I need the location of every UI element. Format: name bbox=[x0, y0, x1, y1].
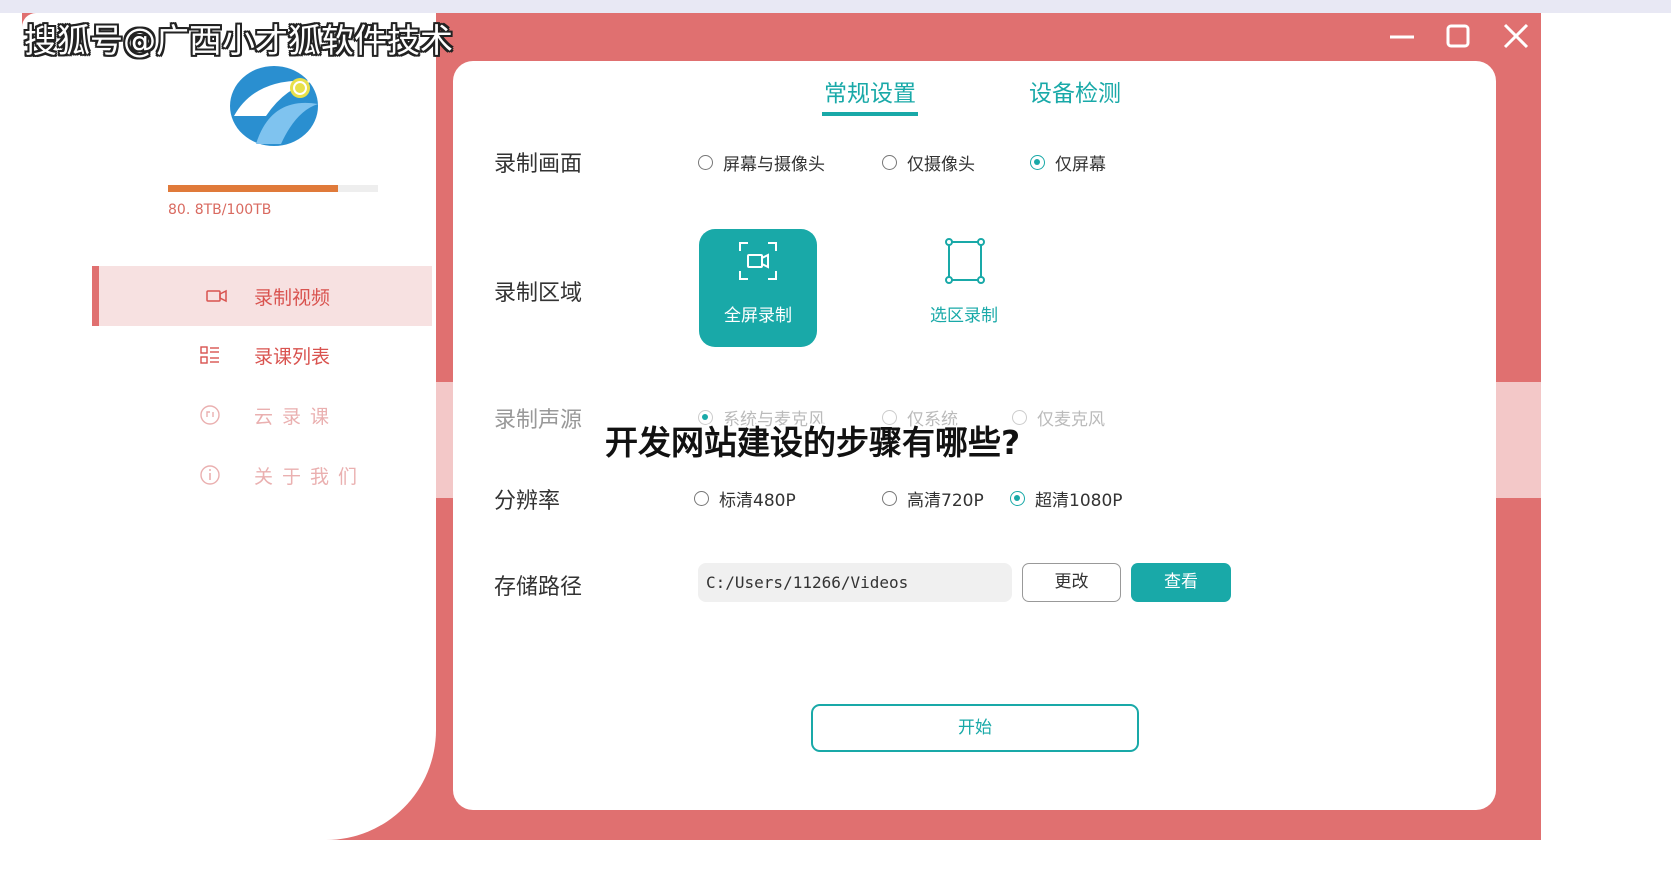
radio-label: 超清1080P bbox=[1035, 491, 1123, 511]
cloud-icon bbox=[200, 405, 220, 425]
radio-label: 仅屏幕 bbox=[1055, 155, 1106, 175]
info-icon bbox=[200, 465, 220, 485]
radio-circle bbox=[882, 491, 897, 506]
article-overlay-title: 开发网站建设的步骤有哪些? bbox=[605, 423, 1021, 462]
video-camera-icon bbox=[206, 289, 227, 303]
browser-top-strip bbox=[0, 0, 1671, 13]
minimize-icon[interactable] bbox=[1386, 20, 1418, 52]
fullscreen-camera-icon bbox=[739, 242, 777, 280]
view-path-button[interactable]: 查看 bbox=[1131, 563, 1231, 602]
radio-label: 仅麦克风 bbox=[1037, 410, 1105, 430]
radio-circle bbox=[698, 155, 713, 170]
change-path-button[interactable]: 更改 bbox=[1022, 563, 1121, 602]
storage-usage-text: 80. 8TB/100TB bbox=[168, 202, 272, 218]
storage-path-input[interactable] bbox=[698, 563, 1012, 602]
radio-label: 高清720P bbox=[907, 491, 984, 511]
radio-480p[interactable]: 标清480P bbox=[694, 486, 796, 511]
sidebar-item-record-video[interactable]: 录制视频 bbox=[92, 266, 432, 326]
sidebar-item-label: 云录课 bbox=[254, 405, 339, 428]
sidebar-item-label: 录制视频 bbox=[254, 286, 331, 309]
resolution-label: 分辨率 bbox=[494, 489, 561, 514]
radio-circle bbox=[1030, 155, 1045, 170]
radio-label: 屏幕与摄像头 bbox=[723, 155, 825, 175]
radio-screen-only[interactable]: 仅屏幕 bbox=[1030, 150, 1106, 175]
fullscreen-record-label: 全屏录制 bbox=[724, 306, 792, 326]
region-select-icon bbox=[945, 238, 985, 284]
radio-label: 仅摄像头 bbox=[907, 155, 975, 175]
radio-circle bbox=[882, 155, 897, 170]
sidebar-item-course-list[interactable]: 录课列表 bbox=[92, 325, 432, 385]
close-icon[interactable] bbox=[1500, 20, 1532, 52]
app-logo bbox=[230, 66, 318, 146]
storage-path-label: 存储路径 bbox=[494, 575, 583, 600]
radio-camera-only[interactable]: 仅摄像头 bbox=[882, 150, 975, 175]
start-button[interactable]: 开始 bbox=[811, 704, 1139, 752]
radio-mic-only[interactable]: 仅麦克风 bbox=[1012, 405, 1105, 430]
sidebar-item-cloud-course[interactable]: 云录课 bbox=[92, 385, 432, 445]
storage-progress-bar bbox=[168, 185, 378, 192]
tab-device-check[interactable]: 设备检测 bbox=[1029, 74, 1121, 108]
radio-circle bbox=[694, 491, 709, 506]
fullscreen-record-option[interactable]: 全屏录制 bbox=[699, 229, 817, 347]
radio-label: 标清480P bbox=[719, 491, 796, 511]
tab-general-settings[interactable]: 常规设置 bbox=[822, 74, 918, 116]
sidebar-item-about-us[interactable]: 关于我们 bbox=[92, 445, 432, 505]
watermark-text: 搜狐号@广西小才狐软件技术 bbox=[24, 21, 453, 60]
radio-1080p[interactable]: 超清1080P bbox=[1010, 486, 1123, 511]
list-icon bbox=[200, 346, 219, 364]
radio-screen-and-camera[interactable]: 屏幕与摄像头 bbox=[698, 150, 825, 175]
radio-circle bbox=[1010, 491, 1025, 506]
region-record-option[interactable]: 选区录制 bbox=[905, 229, 1023, 347]
storage-progress-fill bbox=[168, 185, 339, 192]
record-screen-label: 录制画面 bbox=[494, 152, 583, 177]
region-record-label: 选区录制 bbox=[930, 306, 998, 326]
radio-720p[interactable]: 高清720P bbox=[882, 486, 984, 511]
audio-source-label: 录制声源 bbox=[494, 408, 583, 433]
sidebar-item-label: 录课列表 bbox=[254, 345, 331, 368]
sidebar-item-label: 关于我们 bbox=[254, 465, 367, 488]
record-area-label: 录制区域 bbox=[494, 281, 583, 306]
maximize-icon[interactable] bbox=[1442, 20, 1474, 52]
